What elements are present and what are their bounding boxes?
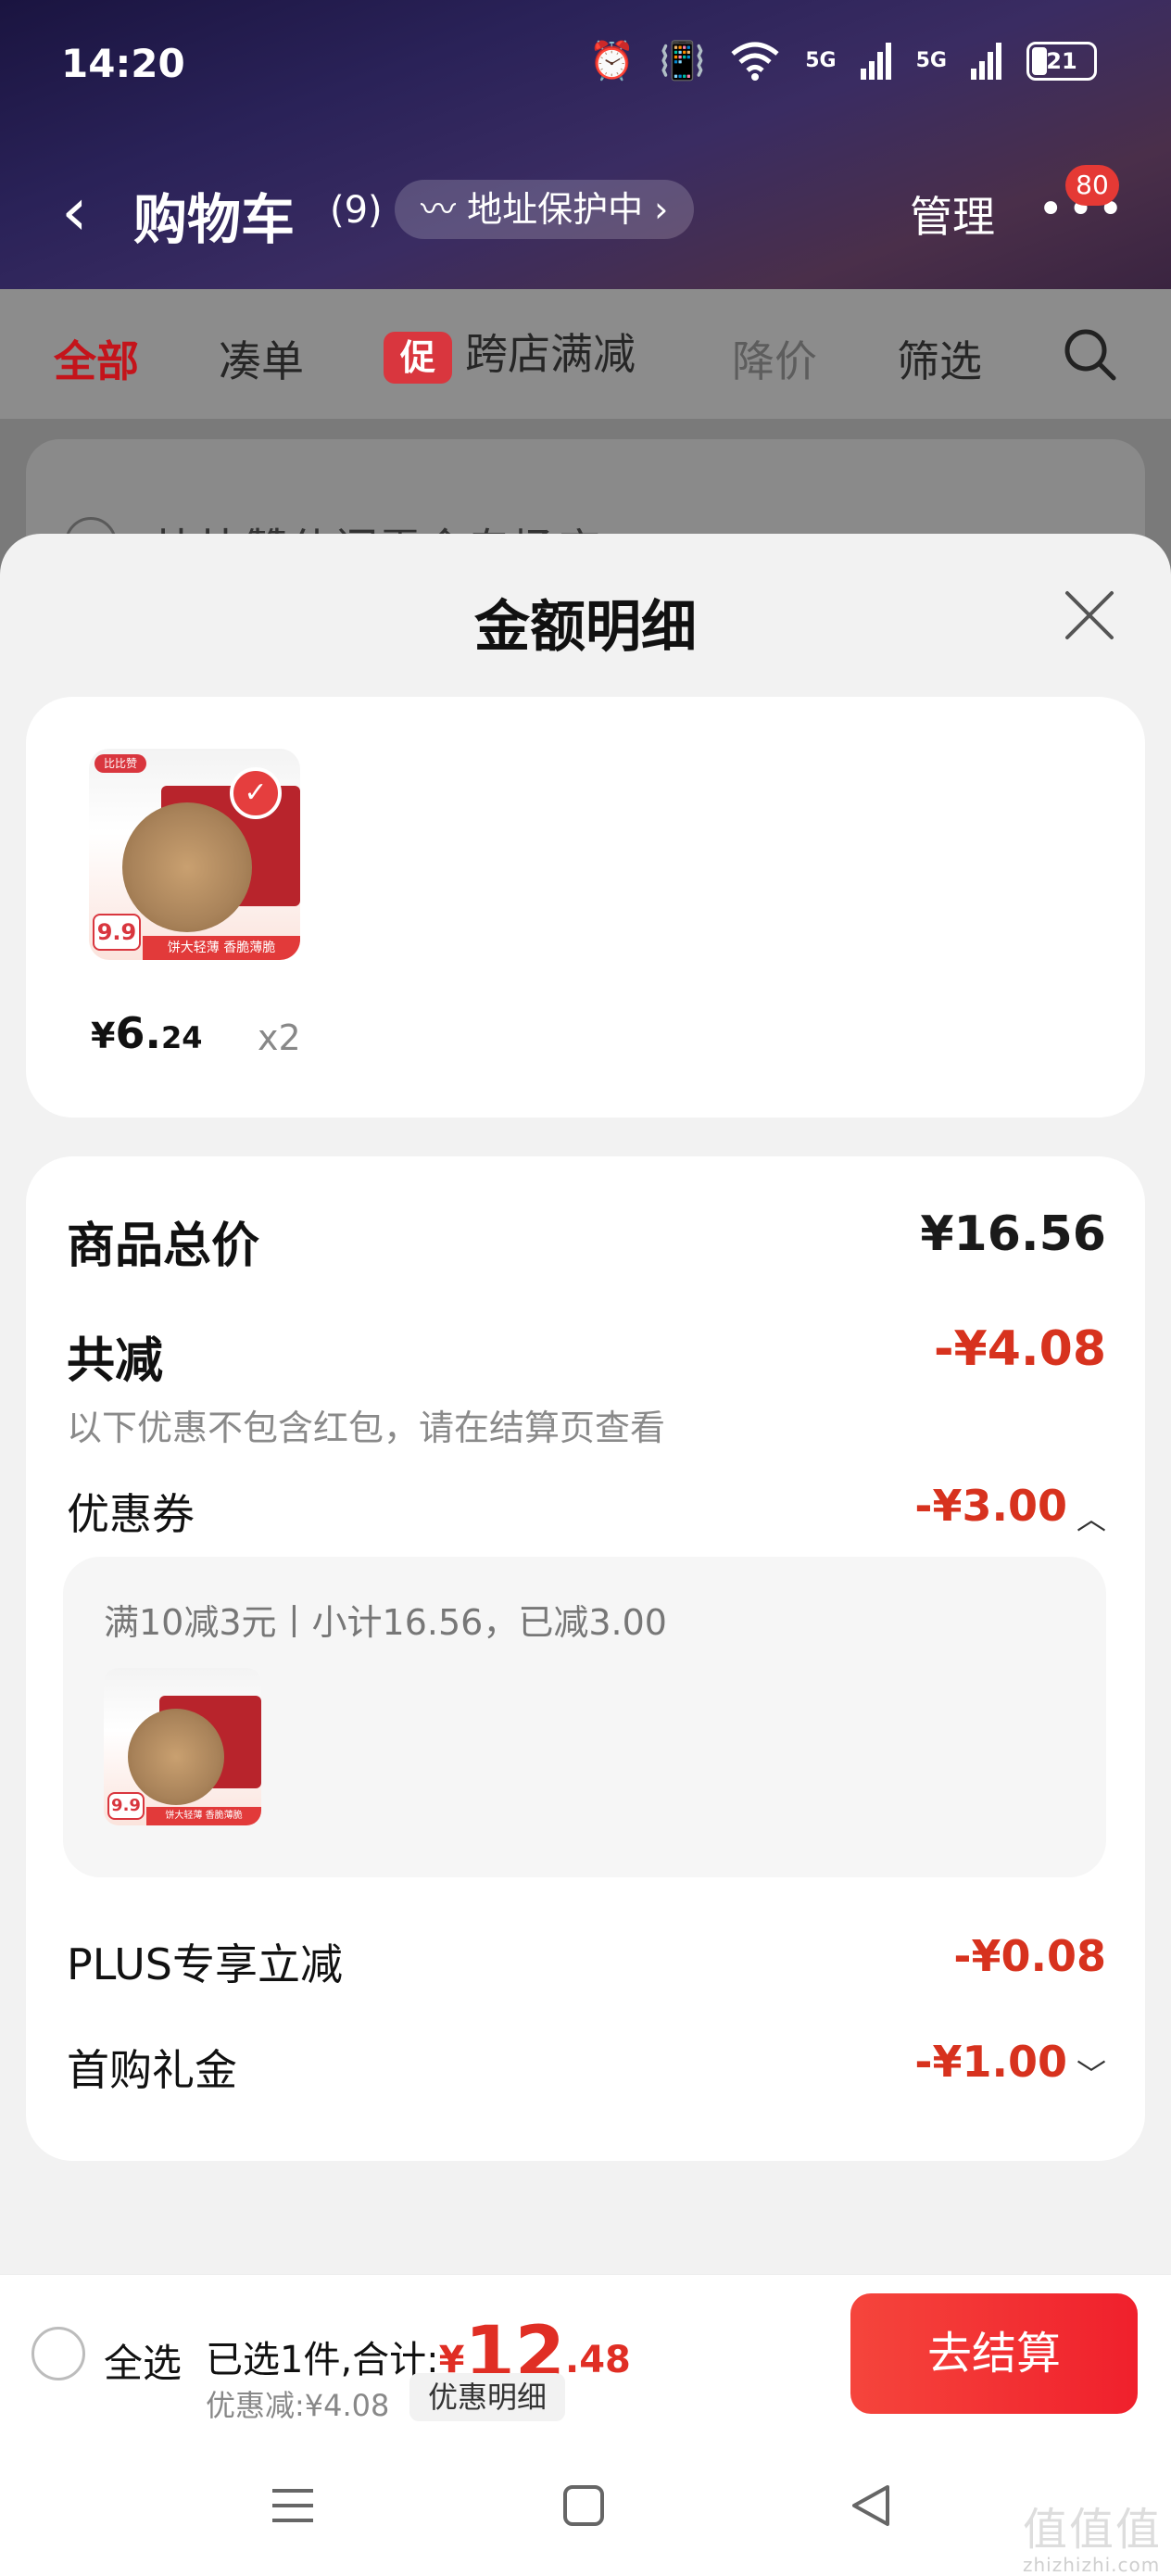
watermark-sub: zhizhizhi.com: [1022, 2554, 1161, 2576]
product-quantity: x2: [258, 1017, 301, 1058]
summary-prefix: 已选1件,合计:: [206, 2339, 439, 2381]
status-icons: ⏰ 📳 5G 5G 21: [589, 39, 1097, 82]
cart-header: ‹ 购物车 (9) 〰 地址保护中 › 管理 ••• 80: [0, 165, 1171, 259]
status-bar: 14:20 ⏰ 📳 5G 5G 21: [0, 0, 1171, 130]
signal-5g-icon: 5G: [805, 49, 837, 72]
discount-note: 以下优惠不包含红包，请在结算页查看: [67, 1408, 666, 1448]
filter-bar: 全部 凑单 促跨店满减 降价 筛选: [0, 289, 1171, 419]
checkout-bar: 全选 已选1件,合计:¥12.48 优惠减:¥4.08 优惠明细 去结算: [0, 2274, 1171, 2433]
select-all-radio[interactable]: [31, 2327, 85, 2380]
thumb-price-tag: 9.9: [93, 914, 141, 951]
tab-all[interactable]: 全部: [54, 328, 139, 389]
status-time: 14:20: [61, 41, 185, 86]
discount-label: 共减: [67, 1333, 164, 1389]
discount-value: -¥4.08: [933, 1321, 1106, 1377]
coupon-thumb-slogan: 饼大轻薄 香脆薄脆: [146, 1807, 261, 1825]
product-card: 比比赞 9.9 饼大轻薄 香脆薄脆 ✓ ¥6.24 x2: [26, 697, 1145, 1118]
thumb-slogan: 饼大轻薄 香脆薄脆: [143, 936, 300, 960]
coupon-value: -¥3.00: [914, 1481, 1067, 1531]
coupon-product-image: 9.9 饼大轻薄 香脆薄脆: [104, 1668, 261, 1825]
chevron-down-icon: ﹀: [1076, 2056, 1106, 2092]
price-decimal: 24: [160, 1020, 203, 1055]
notification-badge: 80: [1065, 165, 1119, 206]
watermark: 值值值 zhizhizhi.com: [1023, 2493, 1162, 2576]
address-protection-label: 地址保护中 ›: [467, 189, 669, 230]
tab-cross-store[interactable]: 促跨店满减: [384, 321, 636, 384]
sheet-title: 金额明细: [474, 595, 697, 660]
battery-level: 21: [1046, 47, 1077, 74]
first-purchase-toggle[interactable]: -¥1.00 ﹀: [914, 2037, 1106, 2094]
page-title: 购物车: [133, 188, 296, 251]
brand-logo: 比比赞: [94, 754, 146, 773]
address-protection-pill[interactable]: 〰 地址保护中 ›: [395, 180, 695, 239]
first-purchase-value: -¥1.00: [914, 2037, 1067, 2087]
close-icon[interactable]: [1062, 587, 1117, 643]
wifi-icon: [731, 42, 779, 81]
menu-icon[interactable]: [265, 2480, 321, 2532]
product-image[interactable]: 比比赞 9.9 饼大轻薄 香脆薄脆 ✓: [89, 749, 300, 960]
signal-bars-icon: [860, 42, 891, 80]
coupon-thumb-price: 9.9: [107, 1792, 145, 1820]
tab-cross-store-label: 跨店满减: [465, 329, 636, 379]
coupon-detail-text: 满10减3元丨小计16.56，已减3.00: [104, 1602, 667, 1643]
total-label: 商品总价: [67, 1219, 260, 1274]
tab-filter[interactable]: 筛选: [897, 328, 982, 389]
tab-price-drop[interactable]: 降价: [732, 328, 817, 389]
battery-icon: 21: [1026, 41, 1097, 81]
checkout-button[interactable]: 去结算: [850, 2293, 1138, 2414]
price-symbol: ¥: [91, 1016, 116, 1056]
mask-icon: 〰: [421, 189, 468, 230]
discount-summary: 优惠减:¥4.08: [206, 2388, 390, 2423]
total-decimal: .48: [565, 2339, 631, 2381]
promo-tag: 促: [384, 331, 452, 384]
check-icon: ✓: [230, 767, 282, 819]
vibrate-icon: 📳: [659, 40, 706, 82]
total-value: ¥16.56: [920, 1206, 1106, 1262]
search-icon[interactable]: [1062, 326, 1117, 382]
manage-button[interactable]: 管理: [910, 183, 995, 245]
amount-detail-sheet: 金额明细 比比赞 9.9 饼大轻薄 香脆薄脆 ✓ ¥6.24 x2 商品总价 ¥…: [0, 534, 1171, 2276]
system-nav-bar: [0, 2433, 1171, 2576]
discount-detail-button[interactable]: 优惠明细: [409, 2373, 566, 2421]
tab-combine[interactable]: 凑单: [219, 328, 304, 389]
signal-bars-icon-2: [971, 42, 1001, 80]
alarm-icon: ⏰: [588, 40, 636, 82]
back-nav-icon[interactable]: [843, 2480, 899, 2532]
coupon-detail-box: 满10减3元丨小计16.56，已减3.00 9.9 饼大轻薄 香脆薄脆: [63, 1557, 1106, 1877]
home-icon[interactable]: [556, 2480, 611, 2532]
cart-count: (9): [330, 189, 383, 232]
price-integer: 6.: [115, 1008, 161, 1058]
plus-discount-value: -¥0.08: [953, 1931, 1106, 1981]
coupon-row-toggle[interactable]: -¥3.00 ︿: [914, 1481, 1106, 1538]
watermark-text: 值值值: [1022, 2504, 1162, 2556]
back-button[interactable]: ‹: [61, 178, 88, 245]
price-breakdown-card: 商品总价 ¥16.56 共减 -¥4.08 以下优惠不包含红包，请在结算页查看 …: [26, 1156, 1145, 2161]
first-purchase-label: 首购礼金: [67, 2045, 237, 2095]
product-price: ¥6.24: [91, 1008, 202, 1058]
chevron-up-icon: ︿: [1076, 1500, 1106, 1536]
coupon-label: 优惠券: [67, 1489, 195, 1539]
plus-discount-label: PLUS专享立减: [67, 1939, 343, 1989]
select-all-label[interactable]: 全选: [104, 2332, 182, 2389]
signal-5g-icon-2: 5G: [915, 49, 947, 72]
